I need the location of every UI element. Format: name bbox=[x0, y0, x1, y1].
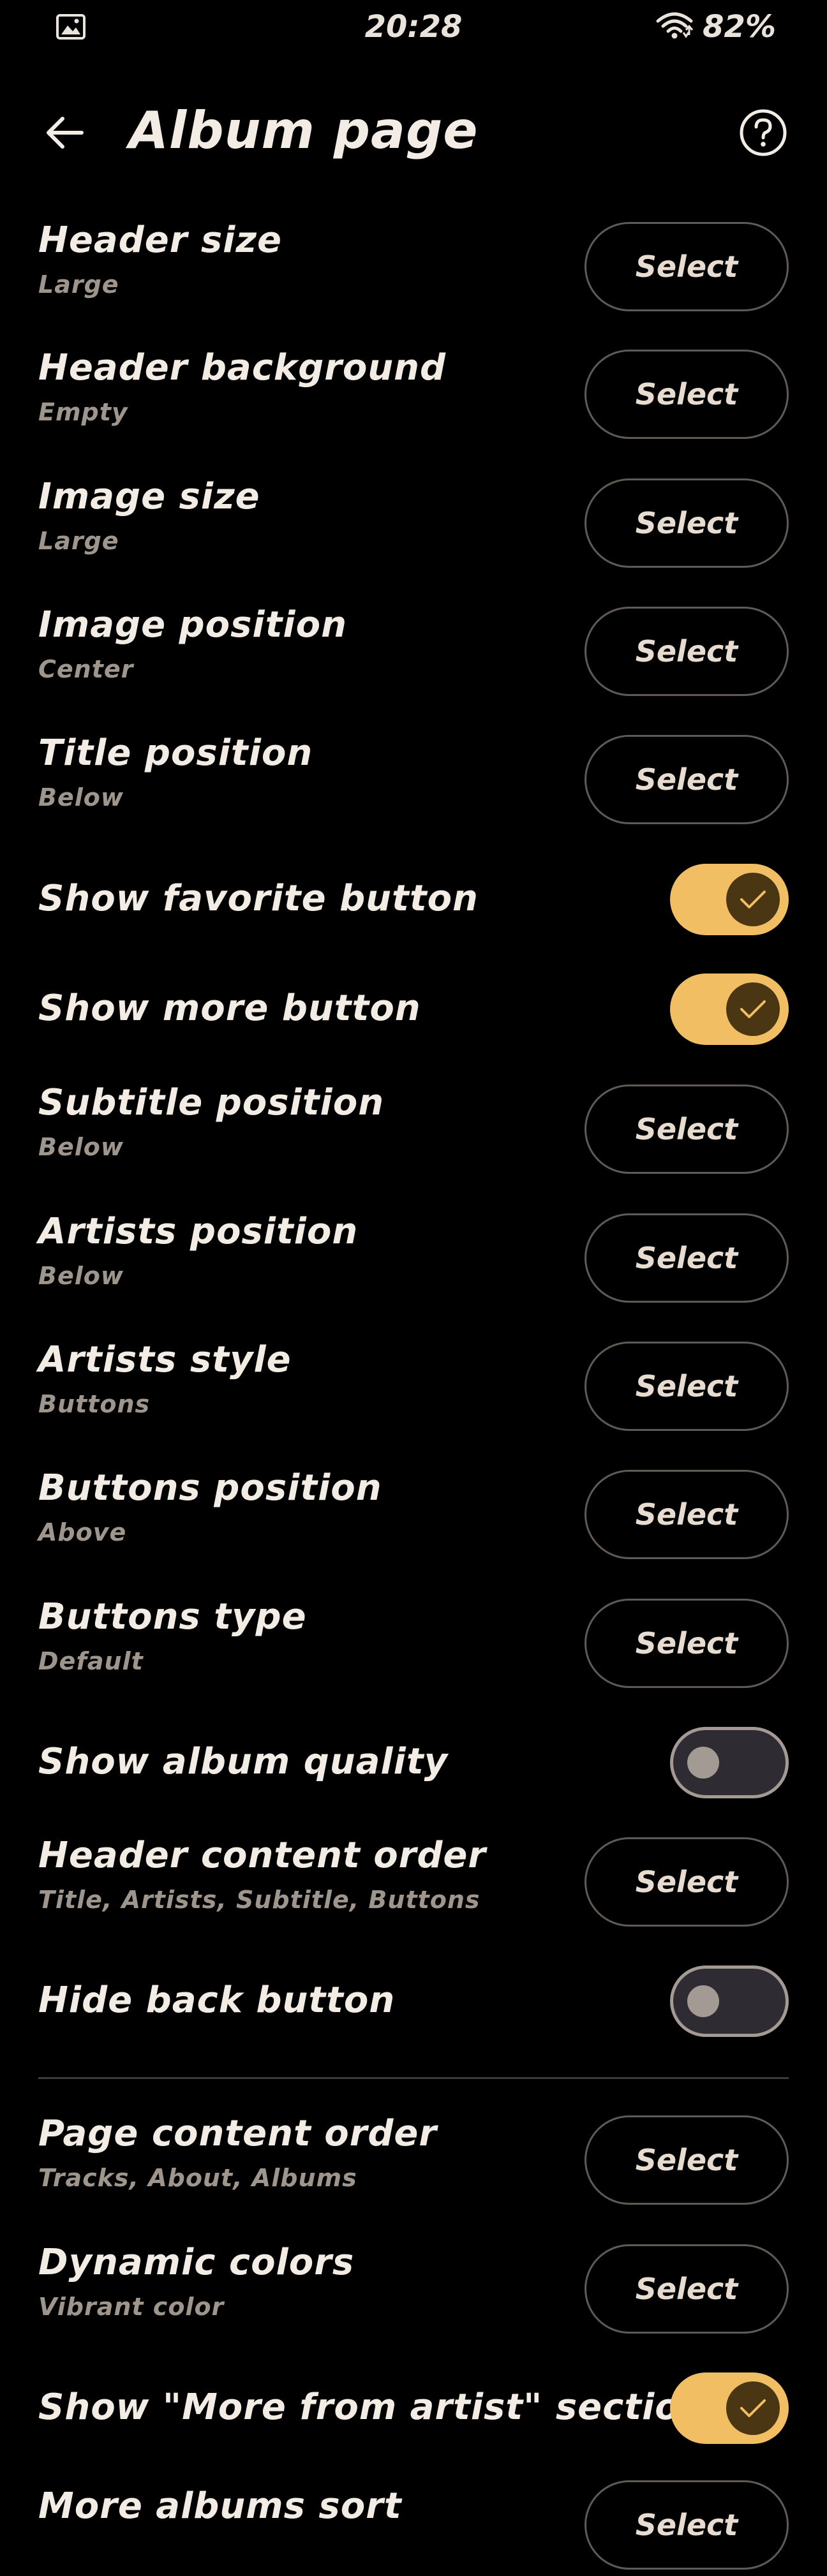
setting-row-image-size[interactable]: Image size Large Select bbox=[38, 472, 789, 574]
setting-value: Below bbox=[38, 1262, 124, 1290]
back-button[interactable] bbox=[38, 107, 89, 158]
setting-row-artists-position[interactable]: Artists position Below Select bbox=[38, 1207, 789, 1309]
setting-value: Large bbox=[38, 270, 119, 299]
setting-row-dynamic-colors[interactable]: Dynamic colors Vibrant color Select bbox=[38, 2238, 789, 2340]
select-button[interactable]: Select bbox=[585, 1213, 789, 1303]
check-icon bbox=[740, 2399, 766, 2417]
setting-label: Hide back button bbox=[38, 1980, 396, 2021]
select-button[interactable]: Select bbox=[585, 1084, 789, 1174]
setting-row-show-album-quality[interactable]: Show album quality bbox=[38, 1712, 789, 1814]
setting-label: Subtitle position bbox=[38, 1082, 385, 1123]
toggle-switch[interactable] bbox=[670, 864, 789, 935]
setting-row-buttons-position[interactable]: Buttons position Above Select bbox=[38, 1463, 789, 1566]
setting-row-header-size[interactable]: Header size Large Select bbox=[38, 216, 789, 318]
setting-value: Tracks, About, Albums bbox=[38, 2164, 357, 2192]
setting-value: Large bbox=[38, 527, 119, 555]
setting-value: Empty bbox=[38, 398, 128, 426]
toggle-knob bbox=[726, 873, 780, 926]
toggle-knob bbox=[687, 1747, 719, 1779]
setting-row-title-position[interactable]: Title position Below Select bbox=[38, 729, 789, 831]
battery-level: 82% bbox=[703, 9, 776, 45]
setting-label: Show "More from artist" section bbox=[38, 2387, 706, 2428]
wifi-icon bbox=[655, 11, 694, 43]
setting-value: Vibrant color bbox=[38, 2293, 225, 2321]
setting-label: Show favorite button bbox=[38, 878, 479, 919]
check-icon bbox=[740, 1000, 766, 1018]
select-button[interactable]: Select bbox=[585, 478, 789, 568]
toggle-knob bbox=[687, 1985, 719, 2017]
select-button[interactable]: Select bbox=[585, 2244, 789, 2334]
setting-value: Center bbox=[38, 655, 134, 683]
setting-label: Artists position bbox=[38, 1211, 359, 1252]
setting-label: Page content order bbox=[38, 2113, 438, 2154]
setting-label: Buttons position bbox=[38, 1467, 382, 1509]
setting-label: Artists style bbox=[38, 1339, 292, 1381]
setting-label: Dynamic colors bbox=[38, 2242, 355, 2283]
toggle-switch[interactable] bbox=[670, 1727, 789, 1798]
setting-label: Buttons type bbox=[38, 1596, 307, 1638]
setting-value: Buttons bbox=[38, 1390, 151, 1418]
setting-row-buttons-type[interactable]: Buttons type Default Select bbox=[38, 1592, 789, 1694]
toggle-knob bbox=[726, 982, 780, 1036]
setting-row-page-content-order[interactable]: Page content order Tracks, About, Albums S… bbox=[38, 2109, 789, 2211]
toggle-switch[interactable] bbox=[670, 1965, 789, 2037]
select-button[interactable]: Select bbox=[585, 222, 789, 311]
setting-row-more-albums-sort[interactable]: More albums sort Select bbox=[38, 2474, 789, 2576]
setting-value: Below bbox=[38, 783, 124, 811]
setting-row-header-content-order[interactable]: Header content order Title, Artists, Subt… bbox=[38, 1831, 789, 1933]
setting-row-subtitle-position[interactable]: Subtitle position Below Select bbox=[38, 1078, 789, 1180]
setting-row-show-favorite-button[interactable]: Show favorite button bbox=[38, 848, 789, 951]
setting-label: More albums sort bbox=[38, 2485, 402, 2527]
setting-label: Show more button bbox=[38, 988, 421, 1029]
status-bar: 20:28 82% bbox=[0, 0, 827, 54]
setting-value: Above bbox=[38, 1518, 127, 1546]
setting-row-header-background[interactable]: Header background Empty Select bbox=[38, 343, 789, 445]
setting-row-image-position[interactable]: Image position Center Select bbox=[38, 600, 789, 702]
setting-label: Image position bbox=[38, 604, 347, 646]
help-icon bbox=[740, 109, 787, 156]
setting-value: Default bbox=[38, 1647, 144, 1675]
setting-label: Title position bbox=[38, 732, 313, 774]
arrow-left-icon bbox=[47, 117, 84, 149]
setting-label: Header background bbox=[38, 347, 447, 389]
setting-label: Show album quality bbox=[38, 1741, 449, 1782]
setting-value: Title, Artists, Subtitle, Buttons bbox=[38, 1886, 481, 1914]
select-button[interactable]: Select bbox=[585, 2480, 789, 2570]
select-button[interactable]: Select bbox=[585, 1837, 789, 1927]
select-button[interactable]: Select bbox=[585, 1599, 789, 1688]
setting-row-show-more-button[interactable]: Show more button bbox=[38, 958, 789, 1060]
toggle-switch[interactable] bbox=[670, 2372, 789, 2444]
setting-label: Image size bbox=[38, 476, 260, 517]
setting-label: Header content order bbox=[38, 1835, 487, 1876]
select-button[interactable]: Select bbox=[585, 350, 789, 439]
check-icon bbox=[740, 891, 766, 908]
toggle-switch[interactable] bbox=[670, 973, 789, 1045]
setting-row-hide-back-button[interactable]: Hide back button bbox=[38, 1950, 789, 2052]
select-button[interactable]: Select bbox=[585, 2115, 789, 2205]
setting-row-artists-style[interactable]: Artists style Buttons Select bbox=[38, 1335, 789, 1437]
section-divider bbox=[38, 2077, 789, 2079]
select-button[interactable]: Select bbox=[585, 1342, 789, 1431]
select-button[interactable]: Select bbox=[585, 735, 789, 824]
select-button[interactable]: Select bbox=[585, 607, 789, 696]
setting-label: Header size bbox=[38, 219, 282, 261]
select-button[interactable]: Select bbox=[585, 1470, 789, 1559]
top-app-bar: Album page bbox=[0, 89, 827, 172]
page-title: Album page bbox=[129, 101, 479, 160]
help-button[interactable] bbox=[738, 107, 789, 158]
setting-row-show-more-from-artist-section[interactable]: Show "More from artist" section bbox=[38, 2357, 789, 2459]
setting-value: Below bbox=[38, 1133, 124, 1161]
toggle-knob bbox=[726, 2381, 780, 2435]
